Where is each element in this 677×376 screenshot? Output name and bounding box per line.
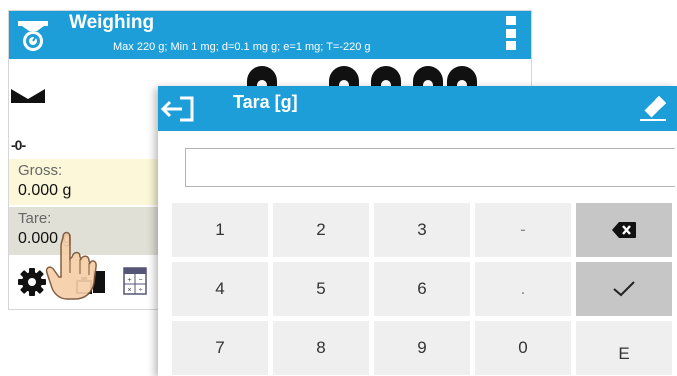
- eraser-icon[interactable]: [638, 94, 668, 122]
- key-7[interactable]: 7: [172, 321, 268, 375]
- checkmark-icon: [613, 281, 635, 297]
- tare-label: Tare:: [18, 210, 52, 227]
- menu-icon[interactable]: [506, 16, 516, 54]
- confirm-button[interactable]: [576, 262, 672, 316]
- key-2[interactable]: 2: [273, 203, 369, 257]
- zero-indicator: -0-: [11, 137, 26, 153]
- gross-value: 0.000 g: [18, 182, 72, 199]
- key-6[interactable]: 6: [374, 262, 470, 316]
- gross-panel: Gross: 0.000 g: [9, 159, 161, 205]
- backspace-button[interactable]: [576, 203, 672, 257]
- key-3[interactable]: 3: [374, 203, 470, 257]
- svg-text:×: ×: [127, 287, 131, 294]
- key-9[interactable]: 9: [374, 321, 470, 375]
- gross-label: Gross:: [18, 162, 63, 179]
- svg-text:÷: ÷: [139, 287, 143, 294]
- app-title: Weighing: [69, 12, 155, 33]
- gear-icon[interactable]: [17, 267, 47, 297]
- back-icon[interactable]: [160, 94, 204, 124]
- dialog-header: Tara [g]: [158, 86, 677, 131]
- value-input[interactable]: [185, 148, 675, 187]
- key-0[interactable]: 0: [475, 321, 571, 375]
- metrology-info: Max 220 g; Min 1 mg; d=0.1 mg g; e=1 mg;…: [113, 41, 371, 53]
- key-5[interactable]: 5: [273, 262, 369, 316]
- key-minus[interactable]: -: [475, 203, 571, 257]
- calculator-icon[interactable]: + − × ÷: [123, 267, 147, 295]
- svg-text:−: −: [138, 277, 142, 284]
- hand-pointer-icon: [45, 231, 97, 300]
- key-8[interactable]: 8: [273, 321, 369, 375]
- tare-entry-dialog: Tara [g] 1 2 3 - 4 5 6 . 7 8 9 0 E: [158, 86, 677, 376]
- key-1[interactable]: 1: [172, 203, 268, 257]
- numeric-keypad: 1 2 3 - 4 5 6 . 7 8 9 0 E: [172, 203, 677, 376]
- key-e[interactable]: E: [576, 321, 672, 375]
- key-4[interactable]: 4: [172, 262, 268, 316]
- key-decimal[interactable]: .: [475, 262, 571, 316]
- weighing-header: Weighing Max 220 g; Min 1 mg; d=0.1 mg g…: [9, 11, 531, 59]
- backspace-icon: [612, 222, 636, 238]
- svg-text:+: +: [127, 277, 131, 284]
- dialog-title: Tara [g]: [233, 92, 298, 112]
- scale-icon[interactable]: [15, 17, 51, 53]
- stable-icon: [11, 89, 45, 103]
